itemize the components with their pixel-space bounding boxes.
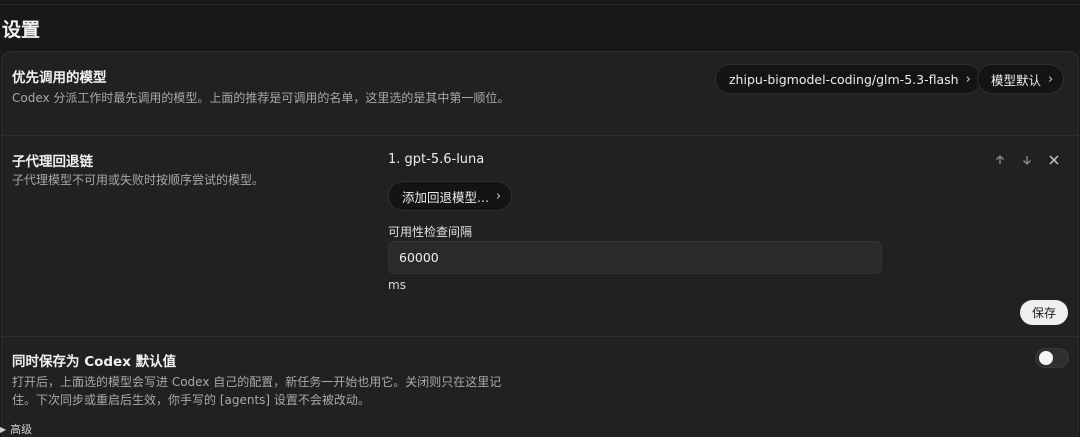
close-icon[interactable] bbox=[1045, 151, 1063, 169]
save-as-default-toggle[interactable] bbox=[1035, 348, 1069, 368]
page-title: 设置 bbox=[2, 19, 41, 41]
preferred-model-select[interactable]: zhipu-bigmodel-coding/glm-5.3-flash › bbox=[715, 64, 982, 94]
model-default-label: 模型默认 bbox=[991, 72, 1042, 88]
save-as-default-description: 打开后，上面选的模型会写进 Codex 自己的配置，新任务一开始也用它。关闭则只… bbox=[12, 375, 502, 407]
fallback-chain-title: 子代理回退链 bbox=[12, 154, 93, 170]
preferred-model-value: zhipu-bigmodel-coding/glm-5.3-flash bbox=[729, 71, 959, 87]
preferred-model-title: 优先调用的模型 bbox=[12, 70, 107, 86]
interval-unit: ms bbox=[388, 278, 406, 292]
fallback-list-item: 1. gpt-5.6-luna bbox=[388, 152, 485, 167]
triangle-right-icon: ▶ bbox=[0, 424, 7, 434]
save-as-default-title: 同时保存为 Codex 默认值 bbox=[12, 354, 177, 370]
interval-label: 可用性检查间隔 bbox=[388, 225, 473, 239]
chevron-right-icon: › bbox=[965, 71, 971, 87]
chevron-right-icon: › bbox=[495, 188, 502, 204]
arrow-down-icon[interactable] bbox=[1018, 151, 1036, 169]
fallback-chain-description: 子代理模型不可用或失败时按顺序尝试的模型。 bbox=[12, 173, 265, 187]
toggle-knob bbox=[1039, 351, 1053, 365]
settings-page: 设置 优先调用的模型 Codex 分派工作时最先调用的模型。上面的推荐是可调用的… bbox=[0, 0, 1080, 437]
section-divider bbox=[1, 336, 1079, 337]
chevron-right-icon: › bbox=[1048, 71, 1054, 87]
model-default-button[interactable]: 模型默认 › bbox=[977, 64, 1065, 94]
advanced-label: 高级 bbox=[10, 423, 33, 436]
add-fallback-model-label: 添加回退模型... bbox=[402, 189, 489, 205]
section-divider bbox=[1, 135, 1079, 136]
preferred-model-description: Codex 分派工作时最先调用的模型。上面的推荐是可调用的名单，这里选的是其中第… bbox=[12, 91, 510, 105]
interval-input[interactable] bbox=[388, 241, 882, 274]
advanced-disclosure[interactable]: ▶ 高级 bbox=[0, 421, 32, 437]
add-fallback-model-button[interactable]: 添加回退模型... › bbox=[388, 181, 513, 211]
arrow-up-icon[interactable] bbox=[991, 151, 1009, 169]
top-divider bbox=[0, 4, 1080, 5]
save-button[interactable]: 保存 bbox=[1020, 300, 1068, 325]
